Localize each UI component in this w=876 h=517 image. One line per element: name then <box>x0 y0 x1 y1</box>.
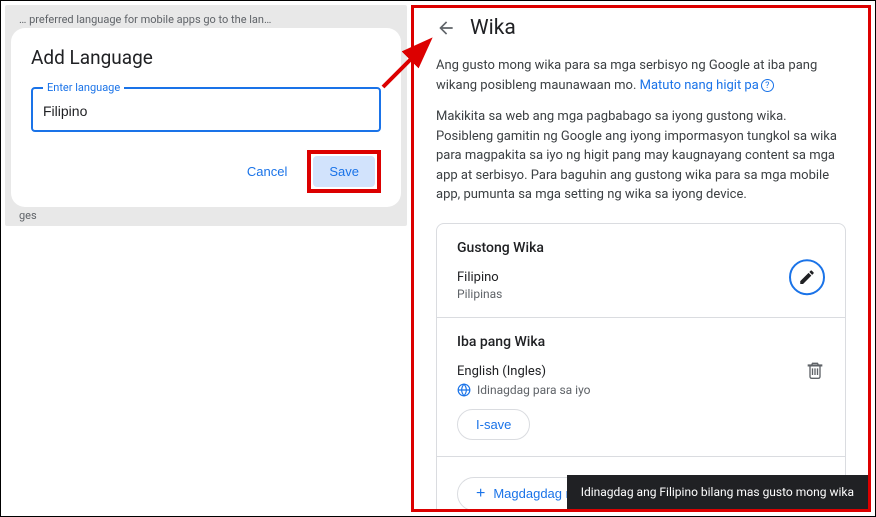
save-button[interactable]: Save <box>313 156 375 187</box>
pencil-icon <box>798 268 816 286</box>
help-icon[interactable]: ? <box>761 79 774 92</box>
arrow-annotation <box>379 35 435 95</box>
preferred-lang-region: Pilipinas <box>457 287 825 301</box>
added-for-you-text: Idinagdag para sa iyo <box>477 383 591 397</box>
language-card: Gustong Wika Filipino Pilipinas Iba pang… <box>436 223 846 513</box>
add-language-dialog: Add Language Enter language Cancel Save <box>11 28 401 207</box>
edit-button[interactable] <box>789 259 825 295</box>
toast-notification: Idinagdag ang Filipino bilang mas gusto … <box>567 475 868 509</box>
language-input[interactable] <box>43 103 369 119</box>
description-1: Ang gusto mong wika para sa mga serbisyo… <box>436 56 846 95</box>
right-panel: Wika Ang gusto mong wika para sa mga ser… <box>411 5 871 512</box>
dialog-title: Add Language <box>31 46 381 69</box>
description-2: Makikita sa web ang mga pagbabago sa iyo… <box>436 107 846 205</box>
delete-button[interactable] <box>805 360 825 380</box>
left-panel: … preferred language for mobile apps go … <box>1 1 411 516</box>
page-title: Wika <box>470 16 516 40</box>
input-label: Enter language <box>43 81 124 94</box>
other-lang-name: English (Ingles) <box>457 364 825 379</box>
truncated-text-bottom: ges <box>11 207 401 224</box>
truncated-text-top: … preferred language for mobile apps go … <box>11 11 401 28</box>
other-title: Iba pang Wika <box>457 334 825 350</box>
back-arrow-icon[interactable] <box>436 18 456 38</box>
cancel-button[interactable]: Cancel <box>235 156 299 187</box>
preferred-language-section: Gustong Wika Filipino Pilipinas <box>437 224 845 318</box>
preferred-lang-name: Filipino <box>457 270 825 285</box>
isave-button[interactable]: I-save <box>457 409 530 440</box>
globe-icon <box>457 383 471 397</box>
preferred-title: Gustong Wika <box>457 240 825 256</box>
learn-more-link[interactable]: Matuto nang higit pa <box>640 78 759 93</box>
trash-icon <box>805 360 825 380</box>
language-input-wrap[interactable]: Enter language <box>31 87 381 132</box>
plus-icon: + <box>476 486 485 502</box>
other-languages-section: Iba pang Wika English (Ingles) Idinagdag… <box>437 318 845 457</box>
save-highlight-box: Save <box>307 150 381 193</box>
